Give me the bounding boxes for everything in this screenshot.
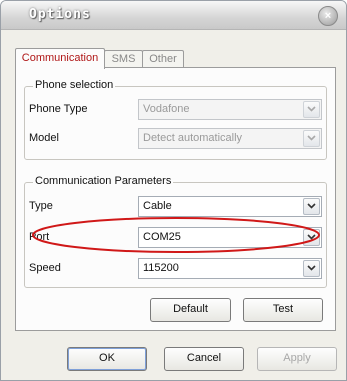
type-select[interactable]: Cable — [138, 196, 322, 217]
speed-label: Speed — [29, 262, 61, 274]
apply-button[interactable]: Apply — [257, 347, 337, 371]
phone-type-value: Vodafone — [143, 103, 190, 115]
window-title: Options — [29, 7, 91, 22]
tab-sms[interactable]: SMS — [104, 50, 143, 68]
model-select[interactable]: Detect automatically — [138, 128, 322, 149]
phone-type-label: Phone Type — [29, 103, 88, 115]
chevron-down-icon[interactable] — [303, 198, 320, 215]
title-bar[interactable]: Options × — [1, 1, 346, 30]
test-button[interactable]: Test — [243, 298, 323, 322]
tab-communication[interactable]: Communication — [15, 48, 105, 69]
close-icon[interactable]: × — [318, 6, 338, 26]
phone-selection-title: Phone selection — [33, 79, 116, 91]
type-value: Cable — [143, 200, 172, 212]
ok-button[interactable]: OK — [67, 347, 147, 371]
chevron-down-icon[interactable] — [303, 130, 320, 147]
highlight-ellipse — [32, 217, 320, 253]
phone-type-select[interactable]: Vodafone — [138, 99, 322, 120]
cancel-button[interactable]: Cancel — [164, 347, 244, 371]
options-dialog: Options × Communication SMS Other Phone … — [0, 0, 347, 381]
speed-select[interactable]: 115200 — [138, 258, 322, 279]
default-button[interactable]: Default — [150, 298, 231, 322]
chevron-down-icon[interactable] — [303, 260, 320, 277]
chevron-down-icon[interactable] — [303, 101, 320, 118]
model-value: Detect automatically — [143, 132, 243, 144]
type-label: Type — [29, 200, 53, 212]
communication-parameters-title: Communication Parameters — [33, 175, 174, 187]
model-label: Model — [29, 132, 59, 144]
tab-panel-communication: Phone selection Phone Type Vodafone Mode… — [15, 67, 336, 331]
speed-value: 115200 — [143, 262, 179, 274]
tab-other[interactable]: Other — [142, 50, 184, 68]
